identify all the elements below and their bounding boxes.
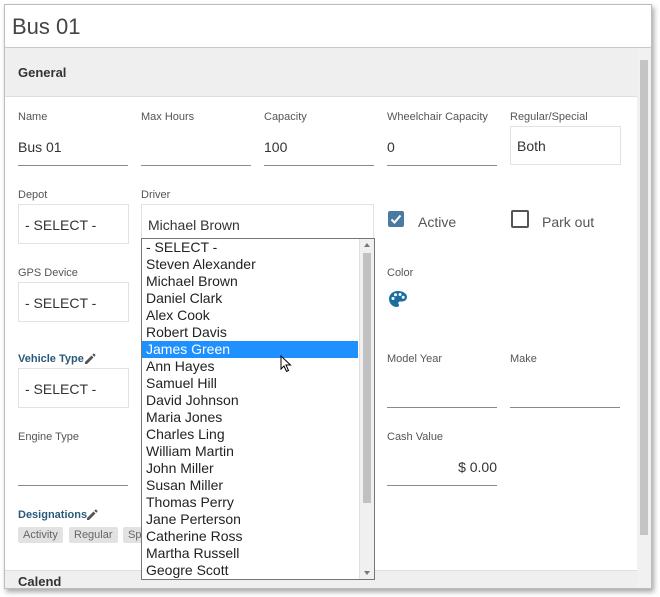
driver-option[interactable]: Geogre Scott (142, 562, 358, 579)
park-out-checkbox[interactable] (511, 210, 529, 228)
scroll-down-arrow-icon[interactable] (364, 571, 370, 575)
driver-option[interactable]: Ann Hayes (142, 358, 358, 375)
cash-value-label: Cash Value (387, 431, 444, 443)
driver-option[interactable]: Michael Brown (142, 273, 358, 290)
designations-pencil-icon[interactable] (85, 508, 99, 522)
make-field[interactable] (510, 369, 620, 408)
driver-option[interactable]: - SELECT - (142, 239, 358, 256)
capacity-value: 100 (264, 139, 288, 155)
driver-option[interactable]: Catherine Ross (142, 528, 358, 545)
general-section-header[interactable]: General (5, 48, 637, 97)
designations-label: Designations (18, 509, 88, 521)
driver-option[interactable]: Samuel Hill (142, 375, 358, 392)
regular-special-select[interactable]: Both (510, 126, 621, 165)
cash-value-field[interactable]: $ 0.00 (387, 447, 497, 486)
wheelchair-capacity-value: 0 (387, 139, 395, 155)
capacity-label: Capacity (264, 111, 307, 123)
vehicle-type-value: - SELECT - (25, 381, 97, 397)
name-field[interactable]: Bus 01 (18, 127, 128, 166)
active-checkbox[interactable] (388, 211, 404, 227)
cash-value-value: $ 0.00 (458, 459, 497, 475)
model-year-field[interactable] (387, 369, 497, 408)
driver-value: Michael Brown (148, 217, 240, 233)
checkmark-icon (390, 214, 402, 224)
engine-type-field[interactable] (18, 447, 128, 486)
vehicle-type-label: Vehicle Type (18, 353, 84, 365)
driver-option-highlighted[interactable]: James Green (142, 341, 358, 358)
mouse-cursor-icon (280, 355, 292, 373)
regular-special-value: Both (517, 138, 546, 154)
page-title: Bus 01 (12, 14, 81, 39)
gps-device-label: GPS Device (18, 267, 78, 279)
driver-option[interactable]: John Miller (142, 460, 358, 477)
driver-option[interactable]: Daniel Clark (142, 290, 358, 307)
active-label: Active (418, 214, 457, 230)
next-section-title: Calend (18, 574, 62, 588)
capacity-field[interactable]: 100 (264, 127, 374, 166)
driver-option[interactable]: Susan Miller (142, 477, 358, 494)
driver-option[interactable]: Jane Perterson (142, 511, 358, 528)
driver-option[interactable]: Charles Ling (142, 426, 358, 443)
driver-options: - SELECT - Steven Alexander Michael Brow… (142, 239, 358, 579)
regular-special-label: Regular/Special (510, 111, 588, 123)
gps-device-value: - SELECT - (25, 295, 97, 311)
driver-option[interactable]: Robert Davis (142, 324, 358, 341)
depot-label: Depot (18, 189, 48, 201)
page-scrollbar[interactable] (637, 48, 651, 588)
driver-option[interactable]: Maria Jones (142, 409, 358, 426)
scroll-up-arrow-icon[interactable] (364, 243, 370, 247)
name-label: Name (18, 111, 48, 123)
wheelchair-capacity-field[interactable]: 0 (387, 127, 497, 166)
make-label: Make (510, 353, 537, 365)
dropdown-scrollbar-thumb[interactable] (363, 253, 371, 503)
max-hours-label: Max Hours (141, 111, 195, 123)
driver-option[interactable]: David Johnson (142, 392, 358, 409)
palette-icon[interactable] (388, 290, 408, 308)
dropdown-scrollbar[interactable] (359, 239, 374, 579)
vehicle-type-select[interactable]: - SELECT - (18, 368, 129, 408)
driver-option[interactable]: Steven Alexander (142, 256, 358, 273)
wheelchair-capacity-label: Wheelchair Capacity (387, 111, 488, 123)
driver-label: Driver (141, 189, 171, 201)
designation-chip[interactable]: Regular (69, 527, 118, 543)
depot-select[interactable]: - SELECT - (18, 204, 129, 244)
page-scrollbar-thumb[interactable] (640, 60, 648, 535)
driver-dropdown-list[interactable]: - SELECT - Steven Alexander Michael Brow… (141, 238, 375, 580)
model-year-label: Model Year (387, 353, 443, 365)
designation-chip[interactable]: Activity (18, 527, 63, 543)
depot-value: - SELECT - (25, 217, 97, 233)
color-label: Color (387, 267, 414, 279)
general-section-title: General (18, 65, 67, 80)
max-hours-field[interactable] (141, 127, 251, 166)
name-value: Bus 01 (18, 139, 62, 155)
park-out-label: Park out (542, 214, 595, 230)
vehicle-type-pencil-icon[interactable] (83, 352, 97, 366)
designation-chips: Activity Regular Spe (18, 527, 146, 545)
driver-option[interactable]: Thomas Perry (142, 494, 358, 511)
engine-type-label: Engine Type (18, 431, 79, 443)
title-bar: Bus 01 (5, 5, 651, 48)
driver-option[interactable]: William Martin (142, 443, 358, 460)
driver-option[interactable]: Alex Cook (142, 307, 358, 324)
gps-device-select[interactable]: - SELECT - (18, 282, 129, 322)
driver-option[interactable]: Martha Russell (142, 545, 358, 562)
